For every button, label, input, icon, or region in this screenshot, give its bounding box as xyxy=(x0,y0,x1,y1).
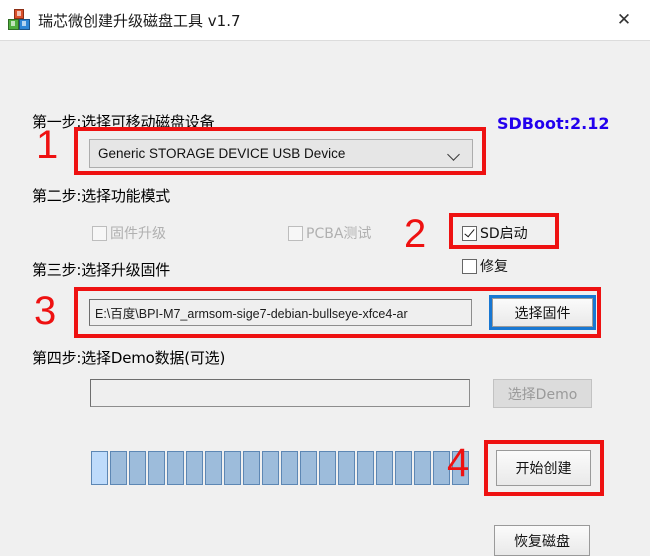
chevron-down-icon xyxy=(448,147,462,161)
progress-block xyxy=(452,451,469,485)
progress-block xyxy=(186,451,203,485)
step4-label: 第四步:选择Demo数据(可选) xyxy=(32,349,226,367)
demo-path-input[interactable] xyxy=(90,379,470,407)
progress-block xyxy=(338,451,355,485)
progress-block xyxy=(243,451,260,485)
window-title: 瑞芯微创建升级磁盘工具 v1.7 xyxy=(38,11,241,30)
restore-disk-button[interactable]: 恢复磁盘 xyxy=(494,525,590,556)
step2-label: 第二步:选择功能模式 xyxy=(32,187,171,205)
step1-label: 第一步:选择可移动磁盘设备 xyxy=(32,113,215,131)
progress-block xyxy=(167,451,184,485)
sdboot-version-label: SDBoot:2.12 xyxy=(497,114,610,133)
checkbox-label: PCBA测试 xyxy=(306,226,372,242)
progress-block xyxy=(319,451,336,485)
progress-block xyxy=(357,451,374,485)
icon-block-red xyxy=(14,9,24,19)
progress-block xyxy=(395,451,412,485)
checkbox-box xyxy=(462,258,477,274)
progress-block xyxy=(376,451,393,485)
step3-label: 第三步:选择升级固件 xyxy=(32,261,171,279)
checkbox-box-checked xyxy=(462,225,477,241)
title-bar: 瑞芯微创建升级磁盘工具 v1.7 ✕ xyxy=(0,0,650,41)
firmware-path-input[interactable]: E:\百度\BPI-M7_armsom-sige7-debian-bullsey… xyxy=(89,299,472,326)
annotation-number-2: 2 xyxy=(404,212,427,256)
progress-block xyxy=(148,451,165,485)
checkbox-box xyxy=(288,225,303,241)
app-icon xyxy=(8,9,30,31)
checkbox-label: 固件升级 xyxy=(110,226,166,242)
checkbox-firmware-upgrade[interactable]: 固件升级 xyxy=(92,223,166,243)
client-area: SDBoot:2.12 第一步:选择可移动磁盘设备 Generic STORAG… xyxy=(0,41,650,556)
progress-block xyxy=(110,451,127,485)
close-icon[interactable]: ✕ xyxy=(598,0,650,40)
progress-block xyxy=(129,451,146,485)
checkbox-pcba-test[interactable]: PCBA测试 xyxy=(288,223,371,243)
checkbox-sd-boot[interactable]: SD启动 xyxy=(462,223,528,243)
progress-block xyxy=(262,451,279,485)
select-demo-button[interactable]: 选择Demo xyxy=(493,379,592,408)
start-create-button[interactable]: 开始创建 xyxy=(496,450,591,486)
progress-block xyxy=(205,451,222,485)
checkbox-label: 修复 xyxy=(480,259,508,275)
select-firmware-button[interactable]: 选择固件 xyxy=(489,295,596,330)
icon-block-green xyxy=(8,19,19,30)
firmware-path-value: E:\百度\BPI-M7_armsom-sige7-debian-bullsey… xyxy=(95,307,408,321)
progress-block xyxy=(414,451,431,485)
progress-block xyxy=(433,451,450,485)
progress-block xyxy=(91,451,108,485)
checkbox-box xyxy=(92,225,107,241)
progress-block xyxy=(300,451,317,485)
icon-block-blue xyxy=(19,19,30,30)
progress-block xyxy=(281,451,298,485)
device-select[interactable]: Generic STORAGE DEVICE USB Device xyxy=(89,139,473,168)
progress-bar xyxy=(91,451,469,485)
progress-block xyxy=(224,451,241,485)
checkbox-label: SD启动 xyxy=(480,226,528,242)
checkbox-repair[interactable]: 修复 xyxy=(462,256,508,276)
annotation-number-3: 3 xyxy=(34,289,57,333)
device-select-value: Generic STORAGE DEVICE USB Device xyxy=(98,146,346,161)
